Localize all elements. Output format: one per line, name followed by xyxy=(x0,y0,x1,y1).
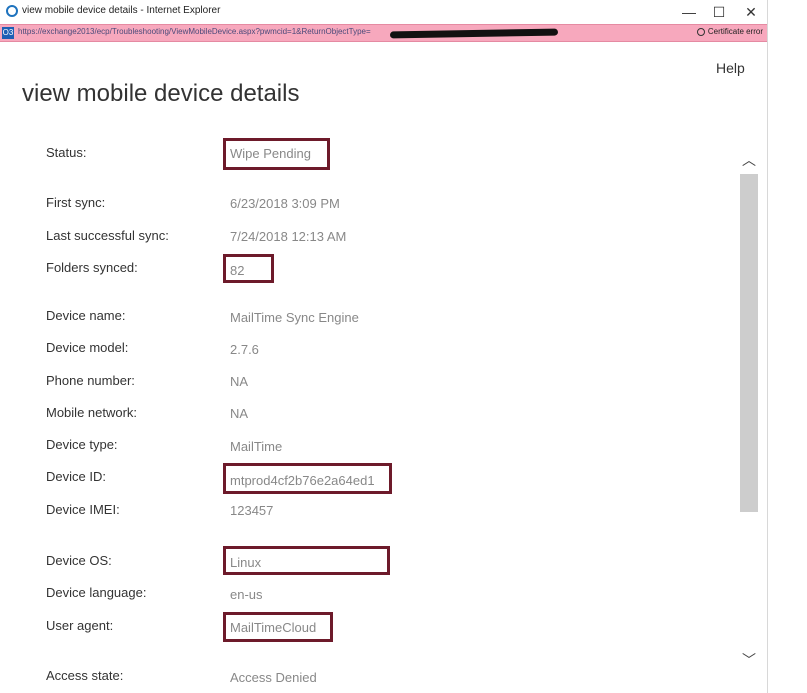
window-titlebar: view mobile device details - Internet Ex… xyxy=(0,0,807,24)
first-sync-label: First sync: xyxy=(46,195,106,210)
mobile-network-label: Mobile network: xyxy=(46,405,138,420)
device-id-label: Device ID: xyxy=(46,469,106,484)
last-successful-sync-label: Last successful sync: xyxy=(46,228,169,243)
window-edge xyxy=(767,0,768,693)
device-type-value: MailTime xyxy=(230,439,283,454)
scrollbar-thumb[interactable] xyxy=(740,174,758,512)
mobile-network-value: NA xyxy=(230,406,249,421)
first-sync-value: 6/23/2018 3:09 PM xyxy=(230,196,340,211)
status-label: Status: xyxy=(46,145,87,160)
help-link[interactable]: Help xyxy=(716,60,745,76)
window-title: view mobile device details - Internet Ex… xyxy=(22,5,221,16)
device-language-label: Device language: xyxy=(46,585,147,600)
redaction-scribble xyxy=(389,28,559,39)
scroll-down-icon[interactable]: ﹀ xyxy=(740,650,758,670)
device-model-label: Device model: xyxy=(46,340,129,355)
device-imei-label: Device IMEI: xyxy=(46,502,120,517)
device-os-label: Device OS: xyxy=(46,553,112,568)
device-imei-value: 123457 xyxy=(230,503,274,518)
access-state-label: Access state: xyxy=(46,668,124,683)
device-language-value: en-us xyxy=(230,587,263,602)
site-icon: O3 xyxy=(2,27,14,39)
internet-explorer-icon xyxy=(6,5,18,17)
page-title: view mobile device details xyxy=(22,80,300,108)
close-button[interactable]: ✕ xyxy=(736,2,766,22)
user-agent-highlight-box xyxy=(223,612,333,642)
device-id-highlight-box xyxy=(223,463,392,494)
url-text[interactable]: https://exchange2013/ecp/Troubleshooting… xyxy=(18,27,371,36)
device-name-value: MailTime Sync Engine xyxy=(230,310,359,325)
phone-number-value: NA xyxy=(230,374,249,389)
folders-synced-highlight-box xyxy=(223,254,274,283)
folders-synced-label: Folders synced: xyxy=(46,260,138,275)
access-state-value: Access Denied xyxy=(230,670,317,685)
maximize-button[interactable]: ☐ xyxy=(704,2,734,22)
last-successful-sync-value: 7/24/2018 12:13 AM xyxy=(230,229,347,244)
device-os-highlight-box xyxy=(223,546,390,575)
device-name-label: Device name: xyxy=(46,308,126,323)
certificate-error-button[interactable]: Certificate error xyxy=(696,27,763,36)
scroll-up-icon[interactable]: ︿ xyxy=(740,150,758,170)
address-bar[interactable]: O3 https://exchange2013/ecp/Troubleshoot… xyxy=(0,24,767,42)
minimize-button[interactable]: — xyxy=(674,2,704,22)
device-model-value: 2.7.6 xyxy=(230,342,259,357)
device-type-label: Device type: xyxy=(46,437,118,452)
certificate-error-label: Certificate error xyxy=(707,27,763,36)
status-highlight-box xyxy=(223,138,330,170)
user-agent-label: User agent: xyxy=(46,618,114,633)
phone-number-label: Phone number: xyxy=(46,373,135,388)
certificate-error-icon xyxy=(696,27,705,36)
